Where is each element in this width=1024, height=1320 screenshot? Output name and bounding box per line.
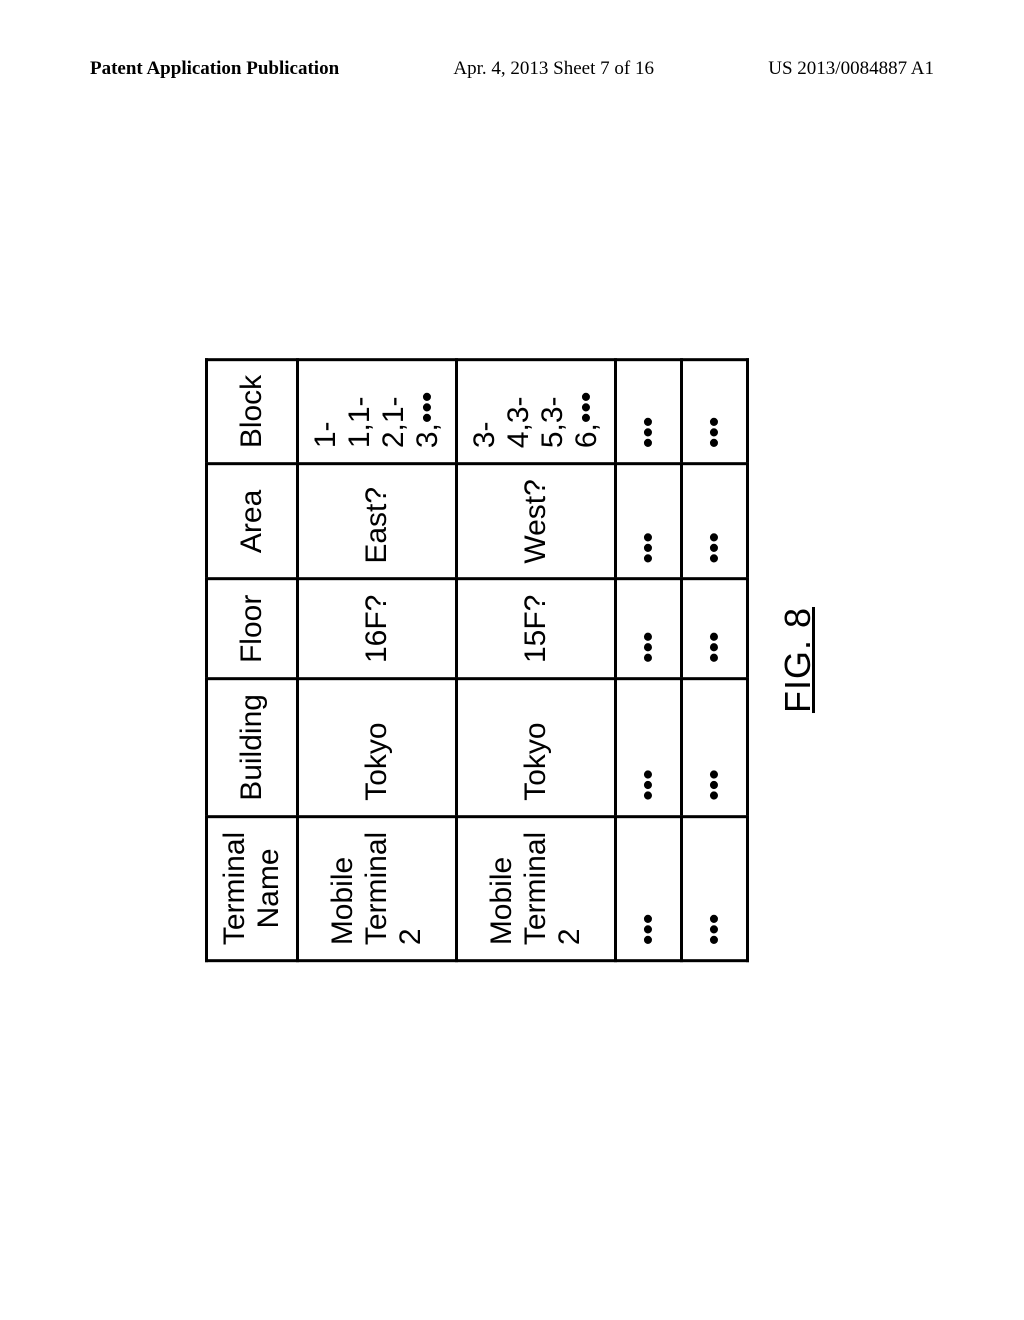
cell-block: 1-1,1-2,1-3,••• bbox=[298, 359, 457, 463]
cell-floor: 15F? bbox=[457, 579, 616, 678]
figure-wrap: Terminal Name Building Floor Area Block … bbox=[205, 358, 819, 962]
cell-block: 3-4,3-5,3-6,••• bbox=[457, 359, 616, 463]
cell-terminal: Mobile Terminal 2 bbox=[298, 816, 457, 960]
cell-building: ••• bbox=[682, 679, 748, 817]
cell-building: Tokyo bbox=[457, 679, 616, 817]
col-header-building: Building bbox=[207, 679, 298, 817]
cell-floor: ••• bbox=[682, 579, 748, 678]
cell-area: East? bbox=[298, 464, 457, 579]
table-row: ••• ••• ••• ••• ••• bbox=[616, 359, 682, 960]
cell-area: ••• bbox=[682, 464, 748, 579]
table-row: Mobile Terminal 2 Tokyo 15F? West? 3-4,3… bbox=[457, 359, 616, 960]
table-row: ••• ••• ••• ••• ••• bbox=[682, 359, 748, 960]
header-left: Patent Application Publication bbox=[90, 58, 339, 80]
cell-area: ••• bbox=[616, 464, 682, 579]
cell-floor: 16F? bbox=[298, 579, 457, 678]
cell-building: Tokyo bbox=[298, 679, 457, 817]
location-table: Terminal Name Building Floor Area Block … bbox=[205, 358, 749, 962]
header-right: US 2013/0084887 A1 bbox=[768, 58, 934, 80]
cell-floor: ••• bbox=[616, 579, 682, 678]
page-header: Patent Application Publication Apr. 4, 2… bbox=[0, 58, 1024, 80]
col-header-area: Area bbox=[207, 464, 298, 579]
cell-terminal: Mobile Terminal 2 bbox=[457, 816, 616, 960]
col-header-terminal: Terminal Name bbox=[207, 816, 298, 960]
cell-block: ••• bbox=[682, 359, 748, 463]
cell-terminal: ••• bbox=[682, 816, 748, 960]
figure-caption: FIG. 8 bbox=[777, 607, 819, 713]
col-header-block: Block bbox=[207, 359, 298, 463]
header-center: Apr. 4, 2013 Sheet 7 of 16 bbox=[453, 58, 654, 80]
cell-area: West? bbox=[457, 464, 616, 579]
figure-inner: Terminal Name Building Floor Area Block … bbox=[205, 358, 819, 962]
cell-block: ••• bbox=[616, 359, 682, 463]
cell-building: ••• bbox=[616, 679, 682, 817]
table-header-row: Terminal Name Building Floor Area Block bbox=[207, 359, 298, 960]
col-header-floor: Floor bbox=[207, 579, 298, 678]
table-row: Mobile Terminal 2 Tokyo 16F? East? 1-1,1… bbox=[298, 359, 457, 960]
cell-terminal: ••• bbox=[616, 816, 682, 960]
